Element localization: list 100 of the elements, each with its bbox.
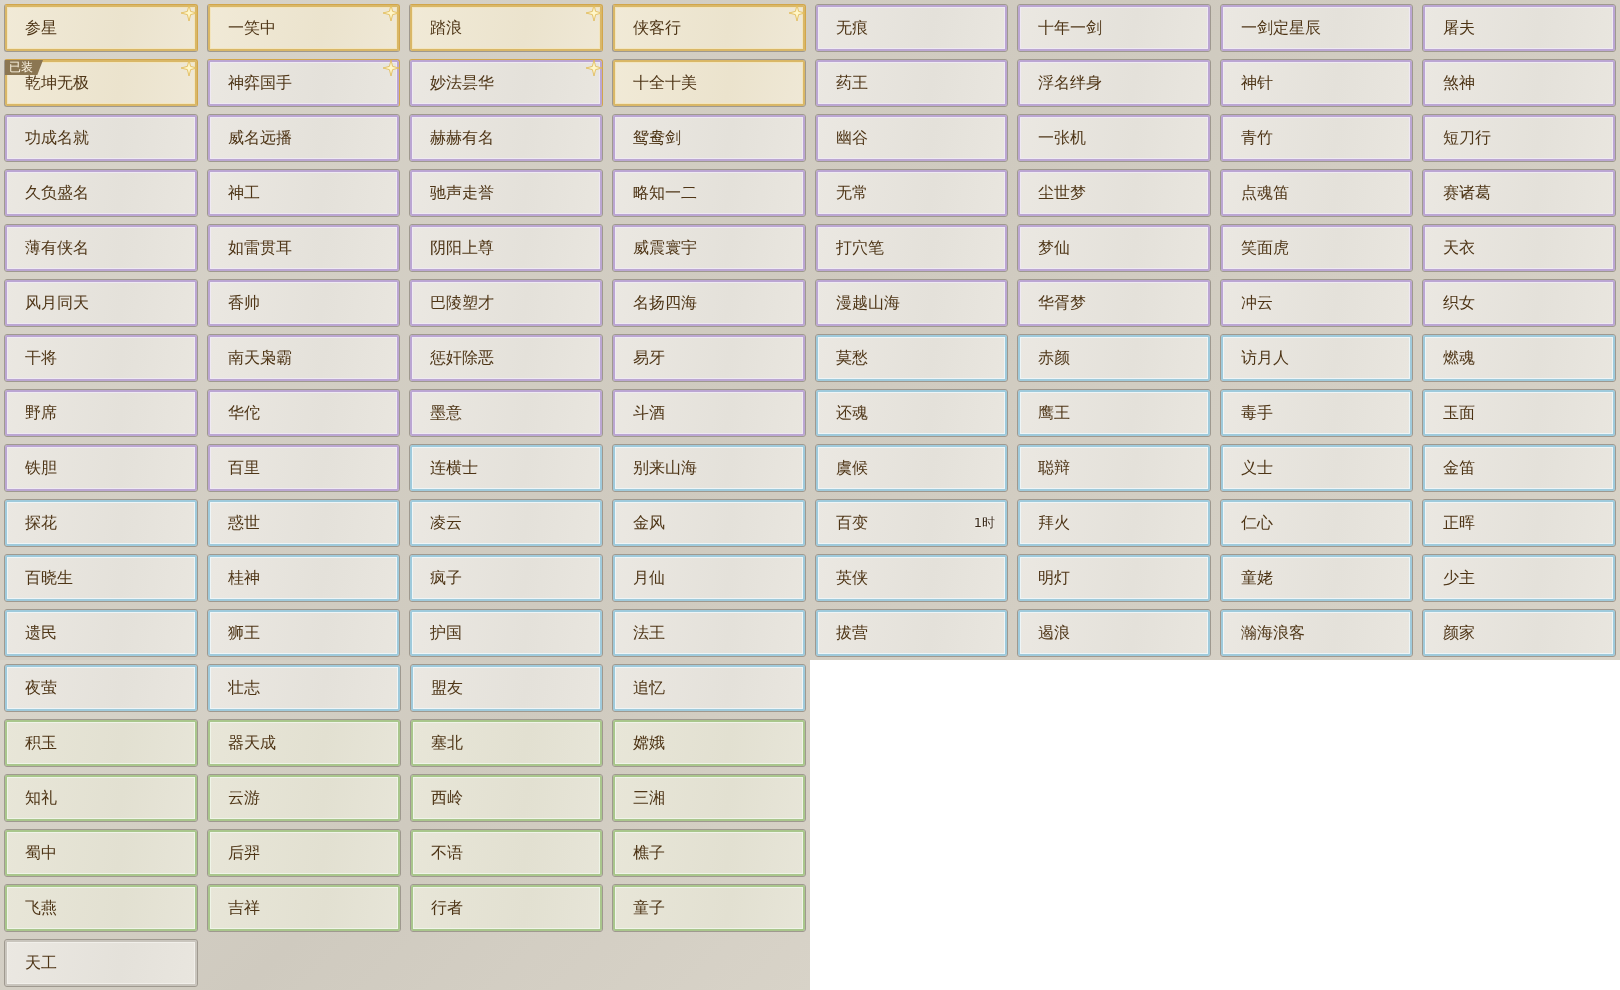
title-card[interactable]: 功成名就 — [4, 114, 198, 162]
title-card[interactable]: 百变 1时 — [814, 499, 1009, 547]
title-card[interactable]: 别来山海 — [611, 444, 806, 492]
title-card[interactable]: 威名远播 — [206, 114, 401, 162]
title-card[interactable]: 凌云 — [409, 499, 603, 547]
title-card[interactable]: 聪辩 — [1017, 444, 1211, 492]
title-card[interactable]: 天衣 — [1422, 224, 1616, 272]
title-card[interactable]: 十全十美 — [611, 59, 806, 107]
title-card[interactable]: 樵子 — [612, 829, 806, 877]
title-card[interactable]: 漫越山海 — [814, 279, 1009, 327]
title-card[interactable]: 驰声走誉 — [409, 169, 603, 217]
title-card[interactable]: 盟友 — [409, 664, 604, 712]
title-card[interactable]: 妙法昙华 — [409, 59, 603, 107]
title-card[interactable]: 金笛 — [1422, 444, 1616, 492]
title-card[interactable]: 神弈国手 — [206, 59, 401, 107]
title-card[interactable]: 童姥 — [1219, 554, 1414, 602]
title-card[interactable]: 吉祥 — [206, 884, 401, 932]
title-card[interactable]: 护国 — [409, 609, 603, 657]
title-card[interactable]: 云游 — [206, 774, 401, 822]
title-card[interactable]: 正晖 — [1422, 499, 1616, 547]
title-card[interactable]: 干将 — [4, 334, 198, 382]
title-card[interactable]: 踏浪 — [409, 4, 603, 52]
title-card[interactable]: 毒手 — [1219, 389, 1414, 437]
title-card[interactable]: 狮王 — [206, 609, 401, 657]
title-card[interactable]: 瀚海浪客 — [1219, 609, 1414, 657]
title-card[interactable]: 鹰王 — [1017, 389, 1211, 437]
title-card[interactable]: 幽谷 — [814, 114, 1009, 162]
title-card[interactable]: 惩奸除恶 — [409, 334, 603, 382]
title-card[interactable]: 飞燕 — [4, 884, 198, 932]
title-card[interactable]: 冲云 — [1219, 279, 1414, 327]
title-card[interactable]: 嫦娥 — [612, 719, 806, 767]
title-card[interactable]: 笑面虎 — [1219, 224, 1414, 272]
title-card[interactable]: 不语 — [409, 829, 604, 877]
title-card[interactable]: 参星 — [4, 4, 198, 52]
title-card[interactable]: 追忆 — [612, 664, 806, 712]
title-card[interactable]: 拜火 — [1017, 499, 1211, 547]
title-card[interactable]: 玉面 — [1422, 389, 1616, 437]
title-card[interactable]: 略知一二 — [611, 169, 806, 217]
title-card[interactable]: 香帅 — [206, 279, 401, 327]
title-card[interactable]: 积玉 — [4, 719, 198, 767]
title-card[interactable]: 行者 — [409, 884, 604, 932]
title-card[interactable]: 易牙 — [611, 334, 806, 382]
title-card[interactable]: 十年一剑 — [1017, 4, 1211, 52]
title-card[interactable]: 赫赫有名 — [409, 114, 603, 162]
title-card[interactable]: 器天成 — [206, 719, 401, 767]
title-card[interactable]: 久负盛名 — [4, 169, 198, 217]
title-card[interactable]: 拔营 — [814, 609, 1009, 657]
title-card[interactable]: 法王 — [611, 609, 806, 657]
title-card[interactable]: 赤颜 — [1017, 334, 1211, 382]
title-card[interactable]: 点魂笛 — [1219, 169, 1414, 217]
title-card[interactable]: 一笑中 — [206, 4, 401, 52]
title-card[interactable]: 仁心 — [1219, 499, 1414, 547]
title-card[interactable]: 巴陵塑才 — [409, 279, 603, 327]
title-card[interactable]: 莫愁 — [814, 334, 1009, 382]
title-card[interactable]: 义士 — [1219, 444, 1414, 492]
title-card[interactable]: 无常 — [814, 169, 1009, 217]
title-card[interactable]: 访月人 — [1219, 334, 1414, 382]
title-card[interactable]: 鸳鸯剑 — [611, 114, 806, 162]
title-card[interactable]: 金风 — [611, 499, 806, 547]
title-card[interactable]: 名扬四海 — [611, 279, 806, 327]
title-card[interactable]: 童子 — [612, 884, 806, 932]
title-card[interactable]: 蜀中 — [4, 829, 198, 877]
title-card[interactable]: 药王 — [814, 59, 1009, 107]
title-card[interactable]: 华胥梦 — [1017, 279, 1211, 327]
title-card[interactable]: 探花 — [4, 499, 198, 547]
title-card[interactable]: 西岭 — [409, 774, 604, 822]
title-card[interactable]: 如雷贯耳 — [206, 224, 401, 272]
title-card[interactable]: 虞候 — [814, 444, 1009, 492]
title-card[interactable]: 阴阳上尊 — [409, 224, 603, 272]
title-card[interactable]: 煞神 — [1422, 59, 1616, 107]
title-card[interactable]: 打穴笔 — [814, 224, 1009, 272]
title-card[interactable]: 南天枭霸 — [206, 334, 401, 382]
title-card[interactable]: 百晓生 — [4, 554, 198, 602]
title-card[interactable]: 知礼 — [4, 774, 198, 822]
title-card[interactable]: 一张机 — [1017, 114, 1211, 162]
title-card[interactable]: 天工 — [4, 939, 198, 987]
title-card[interactable]: 壮志 — [206, 664, 401, 712]
title-card[interactable]: 墨意 — [409, 389, 603, 437]
title-card[interactable]: 一剑定星辰 — [1219, 4, 1414, 52]
title-card[interactable]: 颜家 — [1422, 609, 1616, 657]
title-card[interactable]: 华佗 — [206, 389, 401, 437]
title-card[interactable]: 威震寰宇 — [611, 224, 806, 272]
title-card[interactable]: 英侠 — [814, 554, 1009, 602]
title-card[interactable]: 薄有侠名 — [4, 224, 198, 272]
title-card[interactable]: 三湘 — [612, 774, 806, 822]
title-card[interactable]: 尘世梦 — [1017, 169, 1211, 217]
title-card[interactable]: 惑世 — [206, 499, 401, 547]
title-card[interactable]: 疯子 — [409, 554, 603, 602]
title-card[interactable]: 浮名绊身 — [1017, 59, 1211, 107]
title-card[interactable]: 铁胆 — [4, 444, 198, 492]
title-card[interactable]: 月仙 — [611, 554, 806, 602]
title-card[interactable]: 野席 — [4, 389, 198, 437]
title-card[interactable]: 已装 乾坤无极 — [4, 59, 198, 107]
title-card[interactable]: 梦仙 — [1017, 224, 1211, 272]
title-card[interactable]: 赛诸葛 — [1422, 169, 1616, 217]
title-card[interactable]: 青竹 — [1219, 114, 1414, 162]
title-card[interactable]: 侠客行 — [611, 4, 806, 52]
title-card[interactable]: 明灯 — [1017, 554, 1211, 602]
title-card[interactable]: 还魂 — [814, 389, 1009, 437]
title-card[interactable]: 织女 — [1422, 279, 1616, 327]
